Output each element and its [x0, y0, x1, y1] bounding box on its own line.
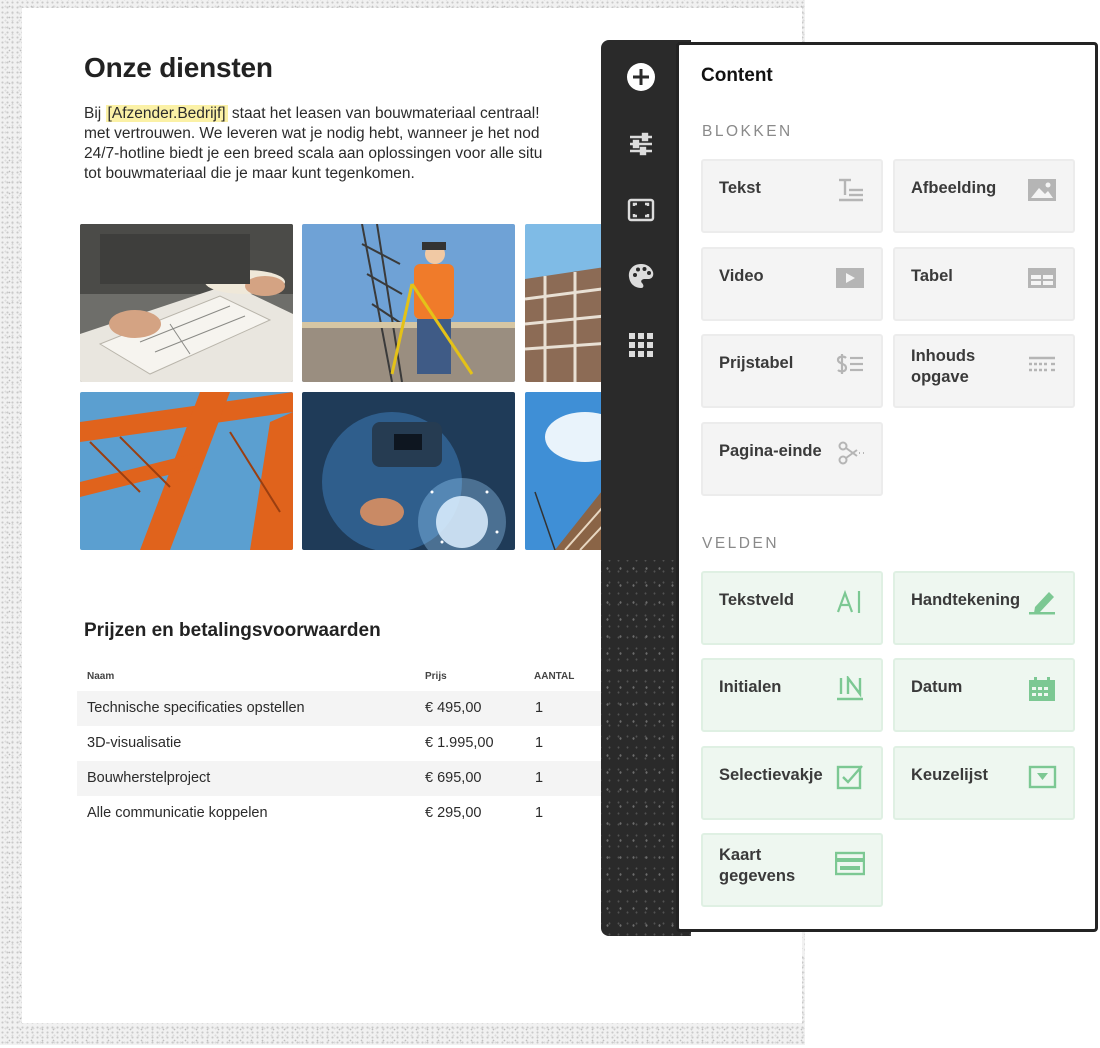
field-card-details[interactable]: Kaart gegevens	[701, 833, 883, 907]
photo-welder[interactable]	[302, 392, 515, 550]
image-icon	[1027, 177, 1057, 203]
initials-icon	[835, 674, 865, 702]
grid-icon[interactable]	[621, 325, 661, 365]
table-icon	[1027, 265, 1057, 291]
text-field-icon	[835, 589, 865, 615]
intro-line: 24/7-hotline biedt je een breed scala aa…	[84, 145, 543, 162]
panel-title: Content	[701, 65, 773, 86]
column-header: Prijs	[425, 671, 447, 682]
sliders-icon[interactable]	[621, 124, 661, 164]
card-icon	[834, 851, 866, 877]
field-initials[interactable]: Initialen	[701, 658, 883, 732]
section-title: Prijzen en betalingsvoorwaarden	[84, 620, 381, 641]
block-image[interactable]: Afbeelding	[893, 159, 1075, 233]
block-video[interactable]: Video	[701, 247, 883, 321]
toc-icon	[1027, 352, 1057, 378]
block-price-table[interactable]: Prijstabel	[701, 334, 883, 408]
column-header: Naam	[87, 671, 115, 682]
blocks-section-label: BLOKKEN	[702, 123, 793, 140]
photo-surveyor[interactable]	[302, 224, 515, 382]
price-table-icon	[835, 352, 865, 378]
table-row[interactable]: Alle communicatie koppelen € 295,00 1	[77, 796, 637, 831]
intro-line: Bij [Afzender.Bedrijf] staat het leasen …	[84, 105, 540, 122]
content-panel: Content BLOKKEN Tekst Afbeelding Video T…	[676, 42, 1098, 932]
block-table-of-contents[interactable]: Inhouds opgave	[893, 334, 1075, 408]
table-row[interactable]: Technische specificaties opstellen € 495…	[77, 691, 637, 726]
block-page-break[interactable]: Pagina-einde	[701, 422, 883, 496]
photo-orange-steel-beams[interactable]	[80, 392, 293, 550]
merge-field-sender-company[interactable]: [Afzender.Bedrijf]	[105, 105, 228, 122]
table-row[interactable]: 3D-visualisatie € 1.995,00 1	[77, 726, 637, 761]
scissors-icon	[837, 440, 867, 466]
field-signature[interactable]: Handtekening	[893, 571, 1075, 645]
field-dropdown[interactable]: Keuzelijst	[893, 746, 1075, 820]
add-icon[interactable]	[621, 57, 661, 97]
table-row[interactable]: Bouwherstelproject € 695,00 1	[77, 761, 637, 796]
column-header: AANTAL	[534, 671, 575, 682]
video-icon	[835, 265, 865, 291]
checkbox-icon	[835, 764, 865, 790]
palette-icon[interactable]	[621, 256, 661, 296]
page-title: Onze diensten	[84, 52, 273, 83]
calendar-icon	[1027, 676, 1057, 702]
table-header: Naam Prijs AANTAL	[77, 663, 637, 691]
block-table[interactable]: Tabel	[893, 247, 1075, 321]
price-table: Naam Prijs AANTAL Technische specificati…	[77, 663, 637, 831]
frame-icon[interactable]	[621, 190, 661, 230]
intro-paragraph: Bij [Afzender.Bedrijf] staat het leasen …	[84, 104, 614, 184]
text-icon	[835, 177, 865, 203]
intro-line: met vertrouwen. We leveren wat je nodig …	[84, 125, 540, 142]
field-date[interactable]: Datum	[893, 658, 1075, 732]
photo-blueprint-drawing[interactable]	[80, 224, 293, 382]
field-text-field[interactable]: Tekstveld	[701, 571, 883, 645]
field-checkbox[interactable]: Selectievakje	[701, 746, 883, 820]
dropdown-icon	[1027, 764, 1057, 790]
fields-section-label: VELDEN	[702, 535, 780, 552]
block-text[interactable]: Tekst	[701, 159, 883, 233]
intro-line: tot bouwmateriaal die je maar kunt tegen…	[84, 165, 415, 182]
signature-icon	[1027, 589, 1057, 615]
